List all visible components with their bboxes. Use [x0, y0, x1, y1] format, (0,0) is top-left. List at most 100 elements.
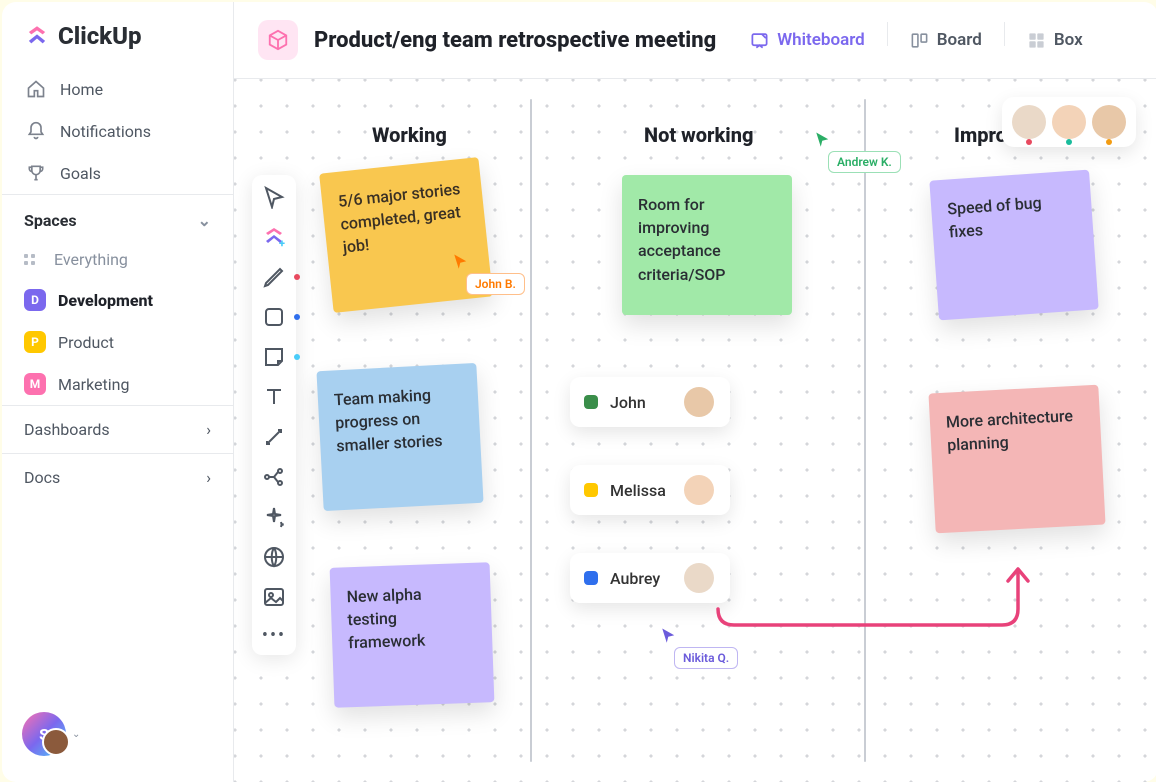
tool-ai[interactable]: [262, 505, 286, 529]
chevron-down-icon: ⌄: [198, 211, 211, 230]
person-chip[interactable]: John: [570, 377, 730, 427]
sticky-text: New alpha testing framework: [346, 585, 425, 653]
chevron-right-icon: ›: [206, 468, 211, 487]
topbar: Product/eng team retrospective meeting W…: [234, 2, 1156, 79]
presence-bar[interactable]: [1002, 97, 1136, 147]
page-title: Product/eng team retrospective meeting: [314, 28, 716, 53]
tab-whiteboard-label: Whiteboard: [777, 30, 865, 50]
sticky-text: Team making progress on smaller stories: [333, 385, 442, 455]
sticky-note[interactable]: Team making progress on smaller stories: [316, 363, 483, 511]
cursor-icon: [660, 627, 678, 645]
sticky-text: More architecture planning: [945, 406, 1073, 455]
remote-cursor-john: John B.: [452, 253, 525, 295]
svg-text:+: +: [279, 237, 285, 249]
brand-logo[interactable]: ClickUp: [2, 22, 233, 68]
sticky-text: Room for improving acceptance criteria/S…: [638, 195, 726, 284]
grid-dots-icon: [24, 254, 42, 265]
column-header-not-working: Not working: [644, 123, 753, 147]
brand-name: ClickUp: [58, 22, 142, 50]
chip-color: [584, 571, 598, 585]
tool-connector[interactable]: [262, 425, 286, 449]
nav-home-label: Home: [60, 80, 103, 99]
avatar-icon: [684, 563, 714, 593]
space-label: Development: [58, 291, 153, 310]
user-avatar: S: [22, 712, 66, 756]
tool-more[interactable]: •••: [262, 625, 286, 645]
connector-arrow[interactable]: [712, 559, 1032, 649]
column-divider: [530, 99, 532, 762]
nav-docs[interactable]: Docs ›: [2, 453, 233, 501]
presence-avatar[interactable]: [1012, 105, 1046, 139]
person-chip[interactable]: Aubrey: [570, 553, 730, 603]
chip-name: Aubrey: [610, 569, 672, 588]
avatar-icon: [684, 475, 714, 505]
space-badge: P: [24, 331, 46, 353]
tab-board[interactable]: Board: [898, 22, 994, 58]
board-icon: [910, 31, 929, 50]
remote-cursor-andrew: Andrew K.: [814, 131, 901, 173]
nav-home[interactable]: Home: [2, 68, 233, 110]
user-menu[interactable]: S ⌄: [2, 696, 233, 772]
chip-color: [584, 483, 598, 497]
nav-dashboards[interactable]: Dashboards ›: [2, 405, 233, 453]
cursor-icon: [814, 131, 832, 149]
cursor-icon: [452, 253, 470, 271]
tool-sticky[interactable]: [262, 345, 286, 369]
tool-text[interactable]: [262, 385, 286, 409]
avatar-icon: [684, 387, 714, 417]
chevron-right-icon: ›: [206, 420, 211, 439]
clickup-logo-icon: [24, 23, 50, 49]
presence-avatar[interactable]: [1052, 105, 1086, 139]
tool-shape[interactable]: [262, 305, 286, 329]
divider: [887, 22, 888, 46]
page-title-box: Product/eng team retrospective meeting: [258, 20, 716, 60]
sidebar: ClickUp Home Notifications Goals Spaces …: [2, 2, 234, 782]
chevron-down-icon: ⌄: [72, 729, 80, 740]
tool-select[interactable]: [262, 185, 286, 209]
tool-web[interactable]: [262, 545, 286, 569]
sticky-note[interactable]: New alpha testing framework: [330, 562, 495, 707]
divider: [1004, 22, 1005, 46]
sticky-note[interactable]: Room for improving acceptance criteria/S…: [622, 175, 792, 315]
trophy-icon: [26, 163, 46, 183]
space-product[interactable]: P Product: [2, 321, 233, 363]
nav-docs-label: Docs: [24, 468, 60, 487]
space-development[interactable]: D Development: [2, 279, 233, 321]
whiteboard-toolbar: + •••: [252, 175, 296, 655]
bell-icon: [26, 121, 46, 141]
nav-goals[interactable]: Goals: [2, 152, 233, 194]
space-label: Marketing: [58, 375, 129, 394]
tab-board-label: Board: [937, 30, 982, 50]
tab-whiteboard[interactable]: Whiteboard: [738, 22, 877, 58]
space-everything[interactable]: Everything: [2, 240, 233, 279]
tool-clickup-item[interactable]: +: [262, 225, 286, 249]
tool-image[interactable]: [262, 585, 286, 609]
nav-dashboards-label: Dashboards: [24, 420, 110, 439]
main: Product/eng team retrospective meeting W…: [234, 2, 1156, 782]
nav-goals-label: Goals: [60, 164, 101, 183]
chip-name: Melissa: [610, 481, 672, 500]
space-marketing[interactable]: M Marketing: [2, 363, 233, 405]
chip-name: John: [610, 393, 672, 412]
sticky-note[interactable]: More architecture planning: [928, 385, 1105, 534]
spaces-header[interactable]: Spaces ⌄: [2, 194, 233, 240]
tool-pen[interactable]: [262, 265, 286, 289]
space-label: Product: [58, 333, 114, 352]
person-chip[interactable]: Melissa: [570, 465, 730, 515]
tool-mindmap[interactable]: [262, 465, 286, 489]
nav-notifications[interactable]: Notifications: [2, 110, 233, 152]
sticky-note[interactable]: Speed of bug fixes: [929, 170, 1098, 321]
chip-color: [584, 395, 598, 409]
sticky-text: Speed of bug fixes: [947, 193, 1043, 242]
cursor-label: Nikita Q.: [674, 647, 738, 669]
nav-notifications-label: Notifications: [60, 122, 151, 141]
space-badge: M: [24, 373, 46, 395]
home-icon: [26, 79, 46, 99]
whiteboard-canvas[interactable]: + ••• Working Not working Improve 5/6 ma…: [234, 79, 1156, 782]
box-icon: [1027, 31, 1046, 50]
spaces-header-label: Spaces: [24, 211, 77, 230]
whiteboard-icon: [750, 31, 769, 50]
tab-box[interactable]: Box: [1015, 22, 1095, 58]
presence-avatar[interactable]: [1092, 105, 1126, 139]
space-badge: D: [24, 289, 46, 311]
